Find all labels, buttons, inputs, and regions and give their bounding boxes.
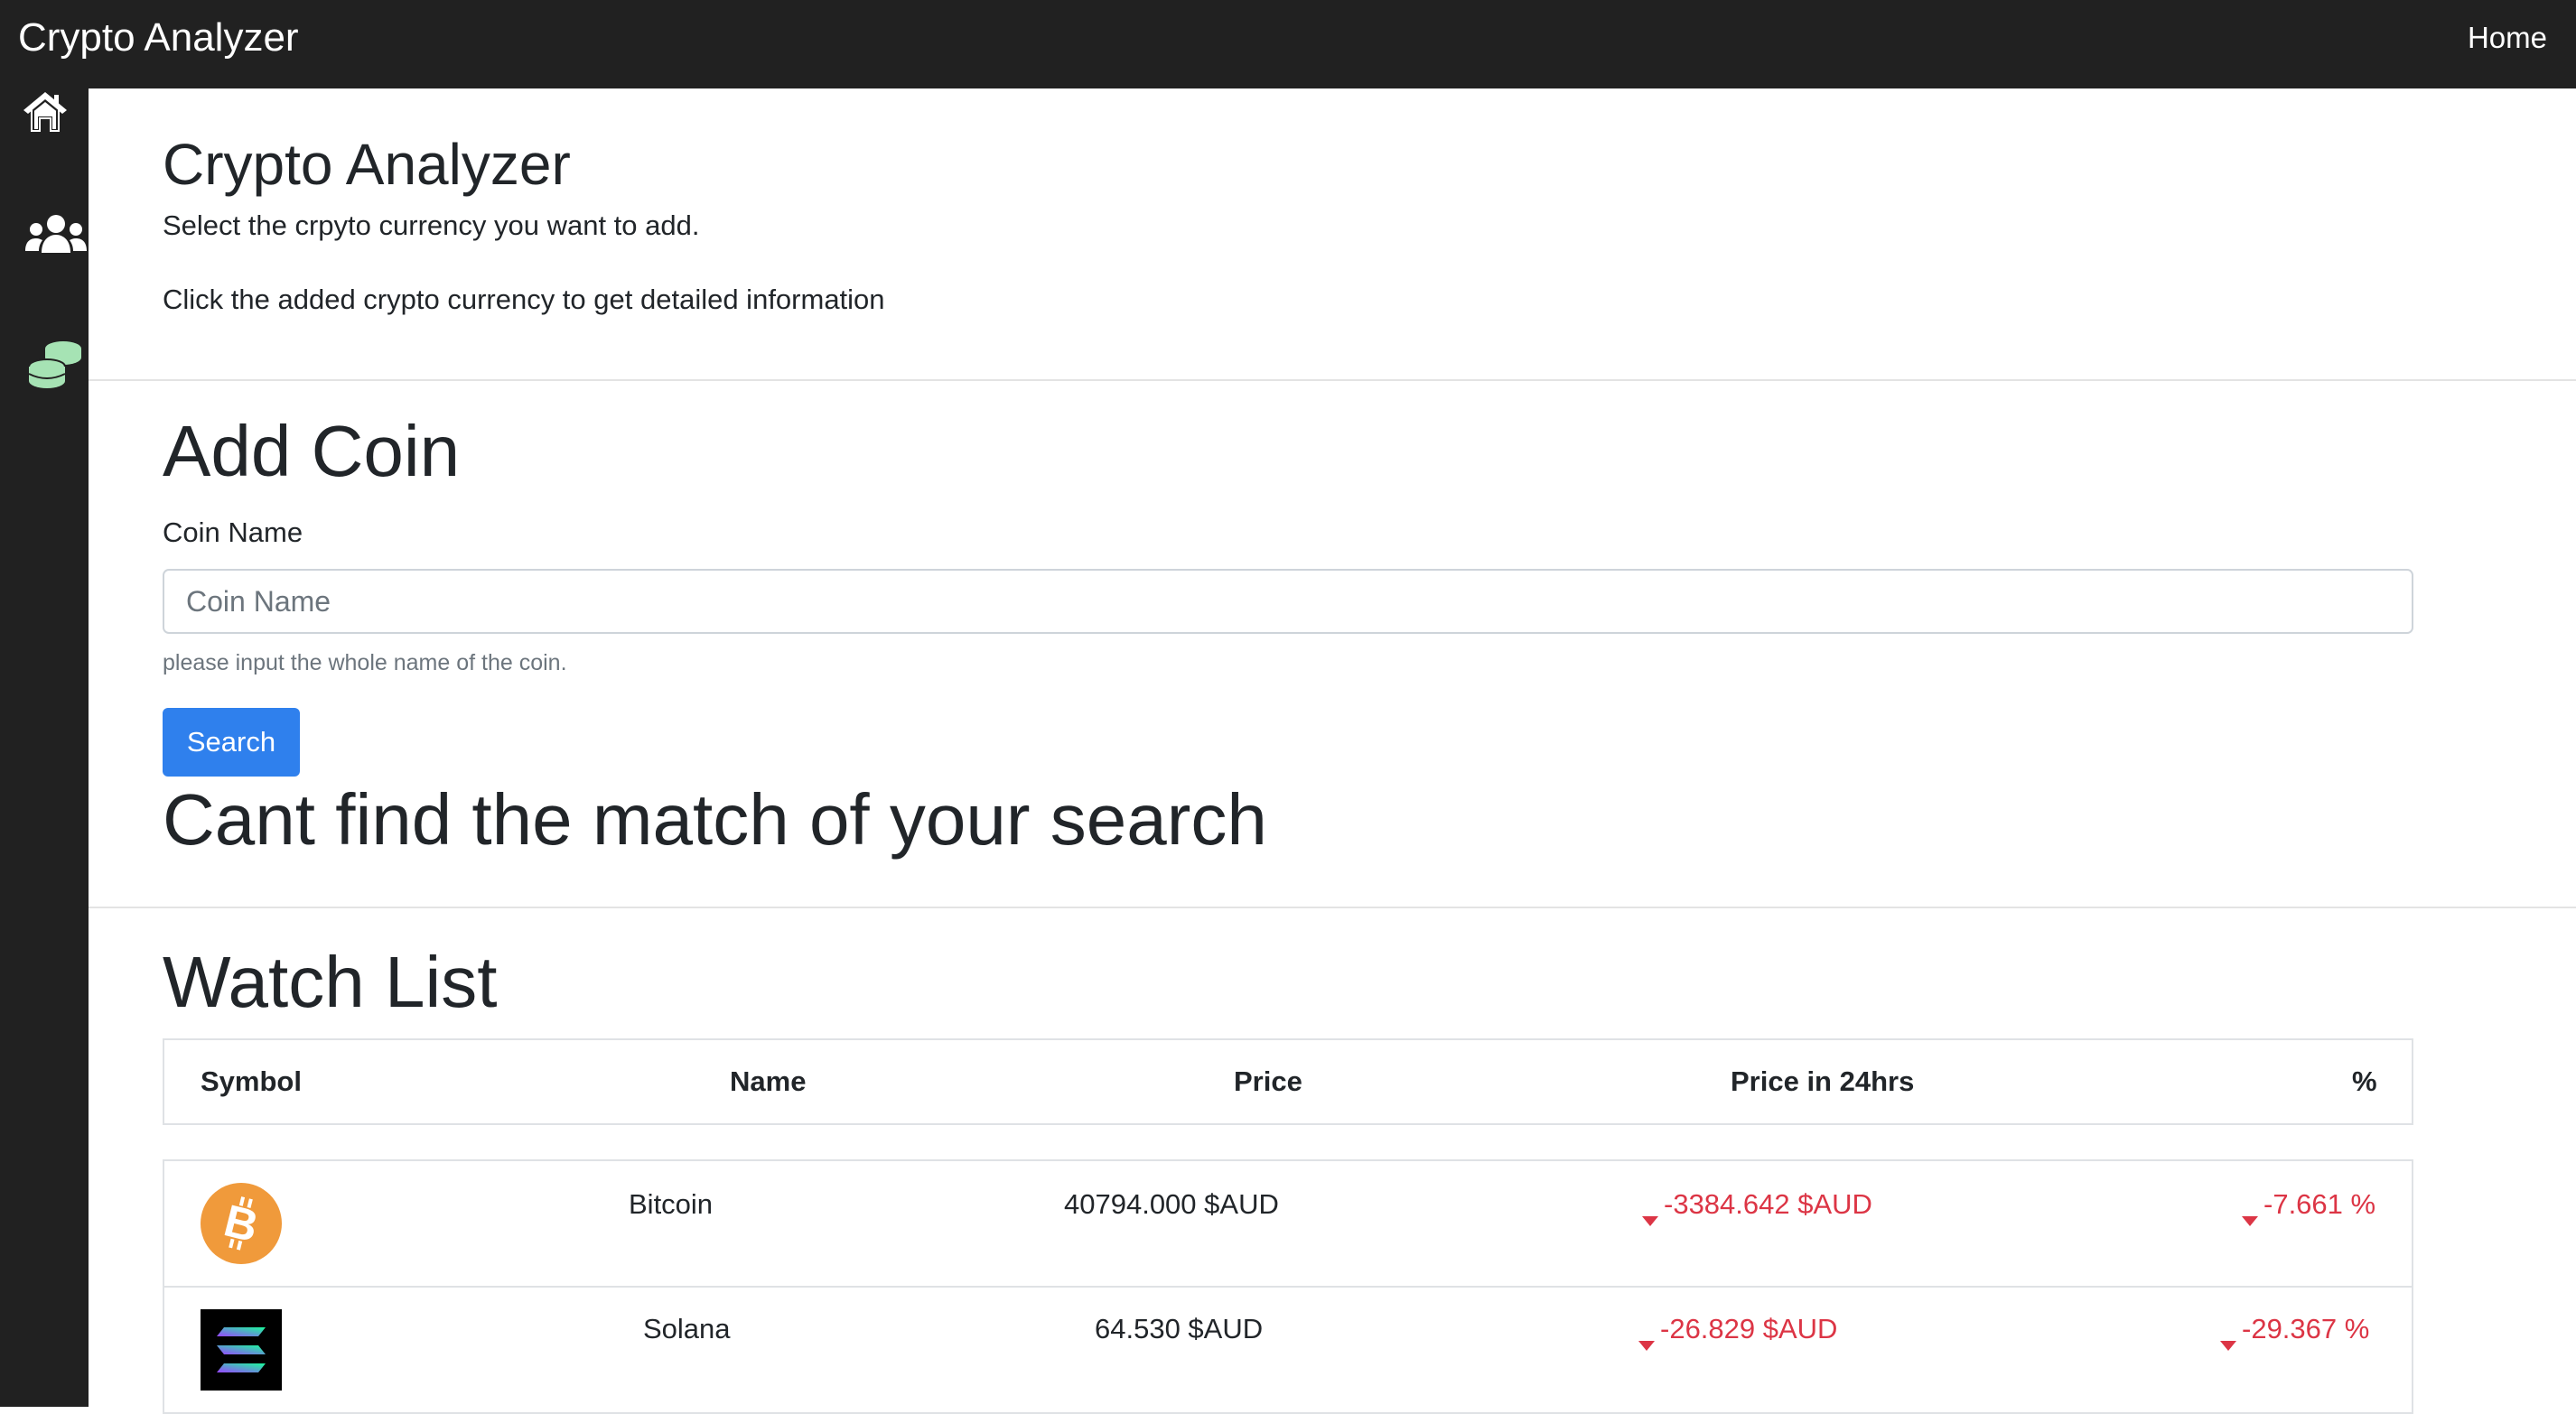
intro-line-1: Select the crpyto currency you want to a…: [163, 209, 700, 241]
coin-price: 40794.000 $AUD: [1064, 1188, 1279, 1220]
solana-icon: [201, 1309, 282, 1391]
coin-price: 64.530 $AUD: [1095, 1313, 1264, 1344]
caret-down-icon: [2242, 1216, 2258, 1226]
coins-icon[interactable]: [27, 338, 85, 392]
percent-change: -29.367 %: [2220, 1311, 2369, 1351]
coin-name-help: please input the whole name of the coin.: [163, 650, 567, 675]
coin-name: Solana: [643, 1313, 731, 1344]
column-header-price-24hrs: Price in 24hrs: [1731, 1065, 1915, 1097]
divider: [89, 907, 2576, 908]
caret-down-icon: [1638, 1341, 1655, 1351]
divider: [89, 379, 2576, 381]
percent-change: -7.661 %: [2242, 1186, 2375, 1226]
add-coin-heading: Add Coin: [163, 411, 461, 491]
users-icon[interactable]: [23, 211, 89, 258]
price-change-24h: -3384.642 $AUD: [1642, 1186, 1872, 1226]
home-link[interactable]: Home: [2468, 20, 2547, 56]
column-header-percent: %: [2352, 1065, 2377, 1097]
caret-down-icon: [2220, 1341, 2236, 1351]
caret-down-icon: [1642, 1216, 1658, 1226]
column-header-symbol: Symbol: [201, 1065, 302, 1097]
bitcoin-icon: B: [201, 1183, 282, 1264]
coin-name-input[interactable]: [163, 569, 2413, 634]
top-navbar: Crypto Analyzer Home: [0, 0, 2576, 88]
price-change-24h: -26.829 $AUD: [1638, 1311, 1837, 1351]
main-content: Crypto Analyzer Select the crpyto curren…: [89, 88, 2576, 1414]
navbar-brand[interactable]: Crypto Analyzer: [18, 13, 299, 63]
search-button[interactable]: Search: [163, 708, 300, 777]
column-header-name: Name: [730, 1065, 807, 1097]
intro-line-2: Click the added crypto currency to get d…: [163, 284, 885, 315]
no-match-message: Cant find the match of your search: [163, 779, 1267, 860]
watch-list-heading: Watch List: [163, 942, 498, 1022]
table-row[interactable]: Solana 64.530 $AUD -26.829 $AUD -29.367 …: [163, 1286, 2413, 1414]
home-icon[interactable]: [22, 88, 69, 135]
coin-name-label: Coin Name: [163, 516, 303, 548]
sidebar: [0, 88, 89, 1407]
table-row[interactable]: B Bitcoin 40794.000 $AUD -3384.642 $AUD …: [163, 1159, 2413, 1288]
watch-list-header: Symbol Name Price Price in 24hrs %: [163, 1038, 2413, 1125]
coin-name: Bitcoin: [629, 1188, 714, 1220]
page-title: Crypto Analyzer: [163, 132, 571, 197]
column-header-price: Price: [1234, 1065, 1302, 1097]
